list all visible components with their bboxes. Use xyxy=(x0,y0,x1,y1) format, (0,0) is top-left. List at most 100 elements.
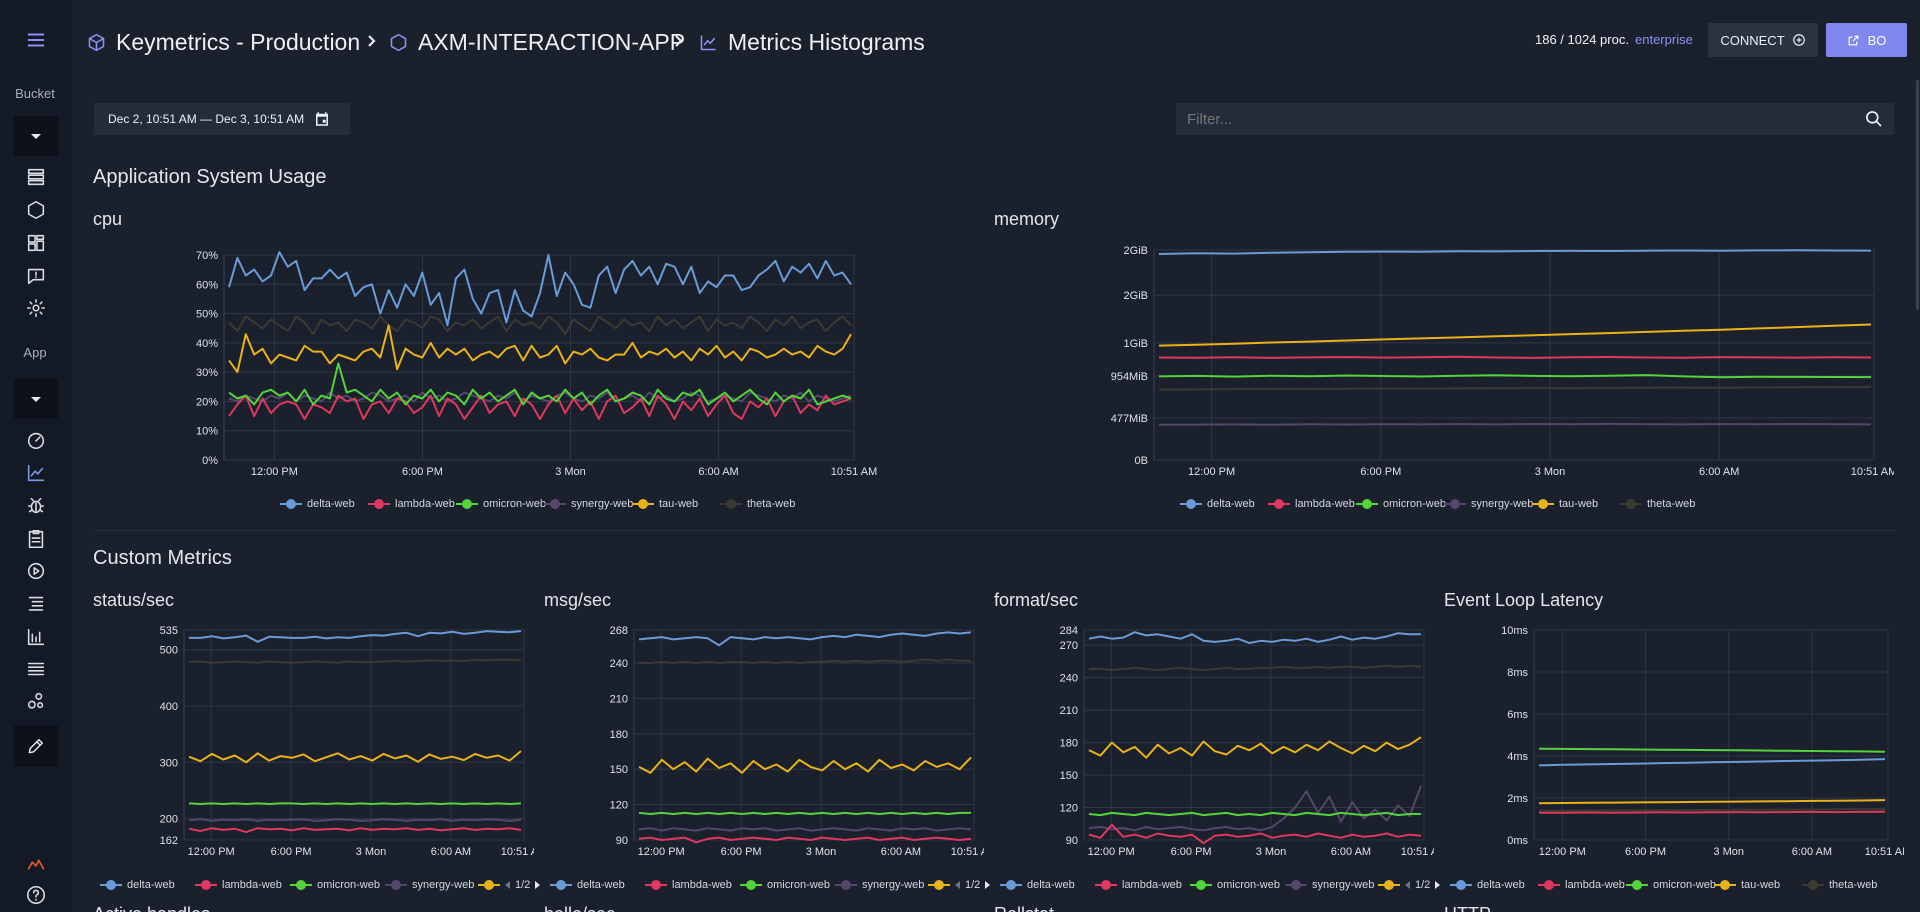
y-tick-label: 0B xyxy=(1135,455,1148,467)
x-tick-label: 10:51 AM xyxy=(501,846,534,858)
legend-marker xyxy=(1444,497,1466,511)
y-tick-label: 240 xyxy=(1060,673,1078,685)
legend-marker xyxy=(544,497,566,511)
chevron-left-icon[interactable] xyxy=(505,881,510,889)
chevron-left-icon[interactable] xyxy=(955,881,960,889)
chevron-right-icon[interactable] xyxy=(1435,881,1440,889)
x-tick-label: 3 Mon xyxy=(356,846,387,858)
series-line-omicron-web xyxy=(1538,747,1886,753)
y-tick-label: 50% xyxy=(196,309,218,321)
y-tick-label: 20% xyxy=(196,396,218,408)
legend-item-omicron-web[interactable]: omicron-web xyxy=(1626,877,1716,893)
legend-item-delta-web[interactable]: delta-web xyxy=(1450,877,1525,893)
legend-item-delta-web[interactable]: delta-web xyxy=(100,877,175,893)
legend-item-lambda-web[interactable]: lambda-web xyxy=(1538,877,1625,893)
connect-button[interactable]: CONNECT xyxy=(1708,23,1818,57)
legend-item-theta-web[interactable]: theta-web xyxy=(1620,496,1695,512)
list-icon[interactable] xyxy=(20,591,52,617)
legend-item-delta-web[interactable]: delta-web xyxy=(1180,496,1255,512)
legend-item-omicron-web[interactable]: omicron-web xyxy=(1356,496,1446,512)
legend-marker xyxy=(1626,878,1648,892)
chart-line-icon[interactable] xyxy=(20,460,52,486)
search-icon[interactable] xyxy=(1864,109,1884,129)
hexagon-icon[interactable] xyxy=(20,197,52,223)
legend-item-tau-web[interactable]: tau-web xyxy=(632,496,698,512)
legend-pager[interactable]: 1/2 xyxy=(1405,877,1440,893)
legend-item-synergy-web[interactable]: synergy-web xyxy=(544,496,633,512)
dashboard-icon[interactable] xyxy=(20,230,52,256)
gear-icon[interactable] xyxy=(20,295,52,321)
legend-item-lambda-web[interactable]: lambda-web xyxy=(1268,496,1355,512)
legend-item-delta-web[interactable]: delta-web xyxy=(280,496,355,512)
legend-item-omicron-web[interactable]: omicron-web xyxy=(456,496,546,512)
circles-icon[interactable] xyxy=(20,688,52,714)
legend-item-lambda-web[interactable]: lambda-web xyxy=(368,496,455,512)
chevron-left-icon[interactable] xyxy=(1405,881,1410,889)
legend-item-synergy-web[interactable]: synergy-web xyxy=(1444,496,1533,512)
filter-input[interactable] xyxy=(1176,103,1856,135)
breadcrumb-app[interactable]: AXM-INTERACTION-APP xyxy=(388,26,685,58)
bug-icon[interactable] xyxy=(20,493,52,519)
legend-item-tau-web[interactable]: tau-web xyxy=(1714,877,1780,893)
legend-item-tau-web[interactable]: tau-web xyxy=(1532,496,1598,512)
menu-icon[interactable] xyxy=(20,27,52,53)
legend-pager[interactable]: 1/2 xyxy=(505,877,540,893)
breadcrumb-bucket[interactable]: Keymetrics - Production xyxy=(86,26,360,58)
breadcrumb-bucket-label: Keymetrics - Production xyxy=(116,28,361,55)
x-tick-label: 3 Mon xyxy=(555,466,586,478)
legend-label: lambda-web xyxy=(1565,879,1625,891)
legend-item-omicron-web[interactable]: omicron-web xyxy=(740,877,830,893)
legend-item-tau-web[interactable] xyxy=(928,877,955,893)
date-range-picker[interactable]: Dec 2, 10:51 AM — Dec 3, 10:51 AM xyxy=(94,103,350,135)
legend-item-synergy-web[interactable]: synergy-web xyxy=(835,877,924,893)
legend-item-tau-web[interactable] xyxy=(478,877,505,893)
filter-field[interactable] xyxy=(1176,103,1894,135)
legend-label: tau-web xyxy=(659,498,699,510)
legend-item-theta-web[interactable]: theta-web xyxy=(720,496,795,512)
legend-item-theta-web[interactable]: theta-web xyxy=(1802,877,1877,893)
status-legend: delta-web lambda-web omicron-web synergy-we… xyxy=(100,877,540,893)
legend-item-delta-web[interactable]: delta-web xyxy=(1000,877,1075,893)
help-icon[interactable] xyxy=(20,882,52,908)
legend-item-synergy-web[interactable]: synergy-web xyxy=(1285,877,1374,893)
legend-item-lambda-web[interactable]: lambda-web xyxy=(1095,877,1182,893)
legend-item-tau-web[interactable] xyxy=(1378,877,1405,893)
table-list-icon[interactable] xyxy=(20,656,52,682)
page-scrollbar[interactable] xyxy=(1916,80,1919,310)
edit-button[interactable] xyxy=(14,725,58,767)
x-tick-label: 6:00 PM xyxy=(402,466,443,478)
legend-label: synergy-web xyxy=(1312,879,1375,891)
x-tick-label: 3 Mon xyxy=(806,846,837,858)
gauge-icon[interactable] xyxy=(20,427,52,453)
external-link-icon xyxy=(1848,35,1859,45)
series-line-delta-web xyxy=(228,251,852,327)
x-tick-label: 6:00 AM xyxy=(1792,846,1832,858)
legend-item-lambda-web[interactable]: lambda-web xyxy=(645,877,732,893)
servers-icon[interactable] xyxy=(20,164,52,190)
legend-marker xyxy=(1714,878,1736,892)
clipboard-icon[interactable] xyxy=(20,526,52,552)
legend-label: theta-web xyxy=(747,498,796,510)
alert-chat-icon[interactable] xyxy=(20,263,52,289)
legend-item-lambda-web[interactable]: lambda-web xyxy=(195,877,282,893)
app-select[interactable] xyxy=(14,379,58,419)
chevron-right-icon[interactable] xyxy=(535,881,540,889)
bar-chart-icon[interactable] xyxy=(20,624,52,650)
legend-item-synergy-web[interactable]: synergy-web xyxy=(385,877,474,893)
play-circle-icon[interactable] xyxy=(20,558,52,584)
msg-chart: 90 120 150 180 210 240 268 12:00 PM 6:00 PM 3 Mon… xyxy=(610,625,984,858)
legend-item-delta-web[interactable]: delta-web xyxy=(550,877,625,893)
legend-item-omicron-web[interactable]: omicron-web xyxy=(290,877,380,893)
y-tick-label: 268 xyxy=(610,625,628,637)
y-tick-label: 90 xyxy=(616,835,628,847)
legend-item-omicron-web[interactable]: omicron-web xyxy=(1190,877,1280,893)
user-button[interactable]: BO xyxy=(1826,23,1907,57)
chevron-right-icon[interactable] xyxy=(985,881,990,889)
legend-page-label: 1/2 xyxy=(515,879,531,891)
bucket-select[interactable] xyxy=(14,116,58,156)
legend-label: lambda-web xyxy=(222,879,282,891)
series-line-omicron-web xyxy=(1158,374,1872,379)
plan-link[interactable]: enterprise xyxy=(1635,32,1693,47)
legend-pager[interactable]: 1/2 xyxy=(955,877,990,893)
series-line-delta-web xyxy=(1088,631,1421,644)
